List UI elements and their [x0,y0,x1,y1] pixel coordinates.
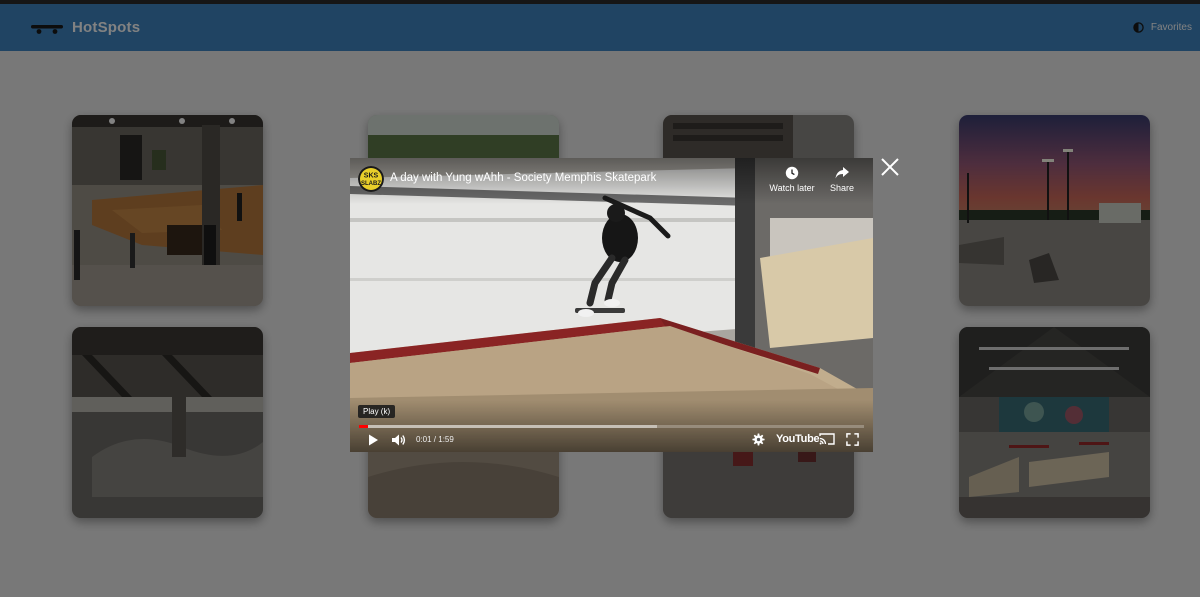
share-arrow-icon [835,167,849,179]
time-display: 0:01 / 1:59 [416,435,454,444]
progress-bar[interactable] [359,425,864,428]
video-player[interactable]: SKS SLABZ A day with Yung wAhh - Society… [350,158,873,452]
clock-icon [785,166,799,180]
channel-avatar[interactable]: SKS SLABZ [358,166,384,192]
cast-icon[interactable] [819,432,835,446]
watch-later-label: Watch later [769,183,815,193]
watch-later-button[interactable]: Watch later [766,166,818,193]
share-button[interactable]: Share [816,166,868,193]
share-label: Share [829,183,855,193]
progress-played [359,425,368,428]
fullscreen-icon[interactable] [846,433,859,446]
svg-text:SLABZ: SLABZ [361,181,381,187]
play-tooltip: Play (k) [358,405,396,418]
video-title[interactable]: A day with Yung wAhh - Society Memphis S… [390,172,656,184]
youtube-logo[interactable]: YouTube [776,433,820,445]
progress-loaded [359,425,657,428]
play-icon[interactable] [366,433,380,447]
volume-icon[interactable] [391,433,407,447]
settings-gear-icon[interactable] [752,433,765,446]
svg-text:SKS: SKS [364,173,379,180]
close-icon[interactable] [878,155,902,179]
